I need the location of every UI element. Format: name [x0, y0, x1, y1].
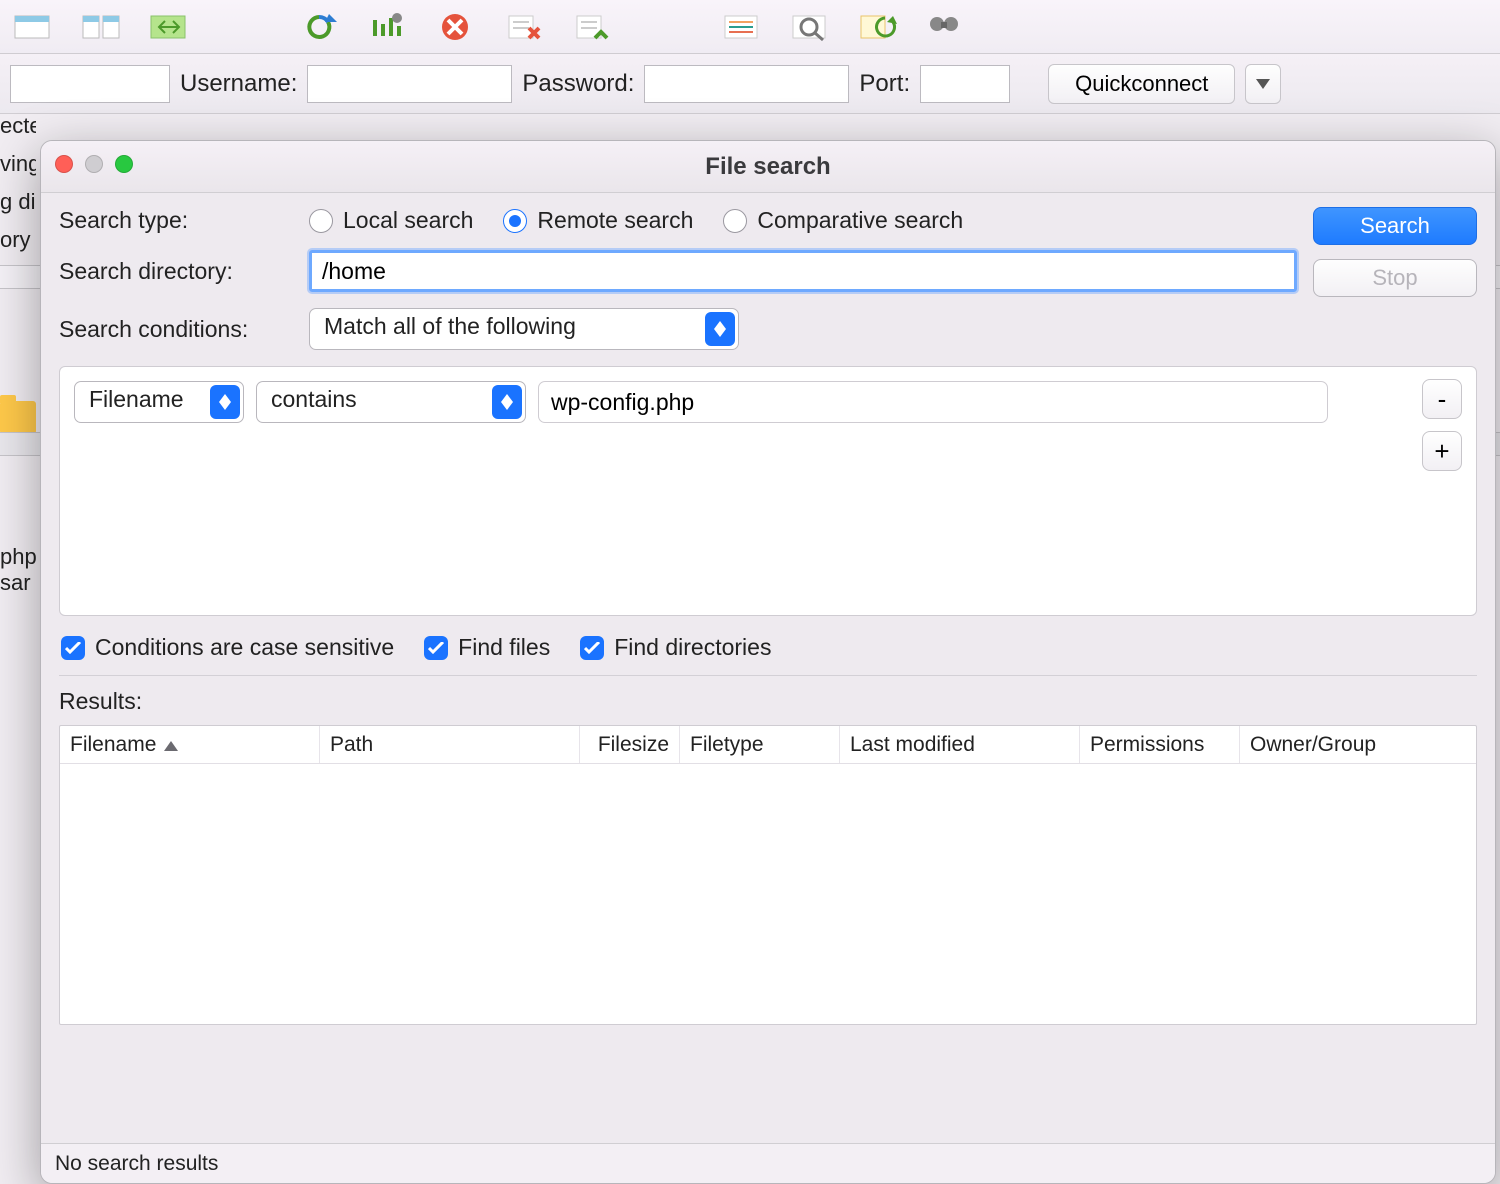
- col-ownergroup[interactable]: Owner/Group: [1240, 726, 1476, 763]
- col-filename[interactable]: Filename: [60, 726, 320, 763]
- quickconnect-dropdown[interactable]: [1245, 64, 1281, 104]
- search-icon[interactable]: [922, 9, 968, 45]
- stepper-icon: [705, 312, 735, 346]
- radio-comparative-search[interactable]: Comparative search: [723, 207, 963, 234]
- search-type-radios: Local search Remote search Comparative s…: [309, 207, 963, 234]
- conditions-box: Filename contains - +: [59, 366, 1477, 616]
- condition-row: Filename contains: [74, 381, 1462, 423]
- search-directory-input[interactable]: [309, 250, 1297, 292]
- quickconnect-bar: Username: Password: Port: Quickconnect: [0, 54, 1500, 114]
- password-input[interactable]: [644, 65, 849, 103]
- quickconnect-button[interactable]: Quickconnect: [1048, 64, 1235, 104]
- radio-local-search[interactable]: Local search: [309, 207, 473, 234]
- toggle-queue-icon[interactable]: [146, 9, 192, 45]
- minimize-icon[interactable]: [85, 155, 103, 173]
- results-header[interactable]: Filename Path Filesize Filetype Last mod…: [60, 726, 1476, 764]
- col-filetype[interactable]: Filetype: [680, 726, 840, 763]
- refresh-icon[interactable]: [296, 9, 342, 45]
- zoom-icon[interactable]: [115, 155, 133, 173]
- dialog-titlebar[interactable]: File search: [41, 141, 1495, 193]
- add-condition-button[interactable]: +: [1422, 431, 1462, 471]
- port-label: Port:: [859, 70, 910, 98]
- chk-case-sensitive[interactable]: Conditions are case sensitive: [61, 634, 394, 661]
- results-label: Results:: [59, 688, 1477, 715]
- reconnect-icon[interactable]: [568, 9, 614, 45]
- port-input[interactable]: [920, 65, 1010, 103]
- compare-icon[interactable]: [854, 9, 900, 45]
- disconnect-icon[interactable]: [500, 9, 546, 45]
- checkmark-icon: [580, 636, 604, 660]
- col-path[interactable]: Path: [320, 726, 580, 763]
- radio-remote-search[interactable]: Remote search: [503, 207, 693, 234]
- search-directory-label: Search directory:: [59, 258, 309, 285]
- chk-find-dirs[interactable]: Find directories: [580, 634, 771, 661]
- conditions-mode-select[interactable]: Match all of the following: [309, 308, 739, 350]
- col-permissions[interactable]: Permissions: [1080, 726, 1240, 763]
- username-label: Username:: [180, 70, 297, 98]
- username-input[interactable]: [307, 65, 512, 103]
- dirlisting-icon[interactable]: [718, 9, 764, 45]
- toggle-log-icon[interactable]: [78, 9, 124, 45]
- col-lastmodified[interactable]: Last modified: [840, 726, 1080, 763]
- close-icon[interactable]: [55, 155, 73, 173]
- condition-op-select[interactable]: contains: [256, 381, 526, 423]
- main-toolbar: [0, 0, 1500, 54]
- processqueue-icon[interactable]: [364, 9, 410, 45]
- folder-icon: [0, 401, 36, 433]
- remove-condition-button[interactable]: -: [1422, 379, 1462, 419]
- search-conditions-label: Search conditions:: [59, 316, 309, 343]
- condition-field-select[interactable]: Filename: [74, 381, 244, 423]
- search-type-label: Search type:: [59, 207, 309, 234]
- dialog-statusbar: No search results: [41, 1143, 1495, 1183]
- checkmark-icon: [61, 636, 85, 660]
- filter-icon[interactable]: [786, 9, 832, 45]
- stepper-icon: [492, 385, 522, 419]
- divider: [59, 675, 1477, 676]
- dialog-title: File search: [705, 153, 830, 181]
- traffic-lights: [55, 155, 133, 173]
- stop-button[interactable]: Stop: [1313, 259, 1477, 297]
- host-input[interactable]: [10, 65, 170, 103]
- col-filesize[interactable]: Filesize: [580, 726, 680, 763]
- chk-find-files[interactable]: Find files: [424, 634, 550, 661]
- sitemanager-icon[interactable]: [10, 9, 56, 45]
- password-label: Password:: [522, 70, 634, 98]
- bg-left-col3: phpsar: [0, 544, 36, 1160]
- condition-value-input[interactable]: [538, 381, 1328, 423]
- checkmark-icon: [424, 636, 448, 660]
- cancel-icon[interactable]: [432, 9, 478, 45]
- search-button[interactable]: Search: [1313, 207, 1477, 245]
- status-text: No search results: [55, 1152, 218, 1176]
- stepper-icon: [210, 385, 240, 419]
- options-checks: Conditions are case sensitive Find files…: [61, 634, 1475, 661]
- results-table: Filename Path Filesize Filetype Last mod…: [59, 725, 1477, 1025]
- sort-asc-icon: [164, 733, 178, 757]
- file-search-dialog: File search Search type: Local search Re…: [40, 140, 1496, 1184]
